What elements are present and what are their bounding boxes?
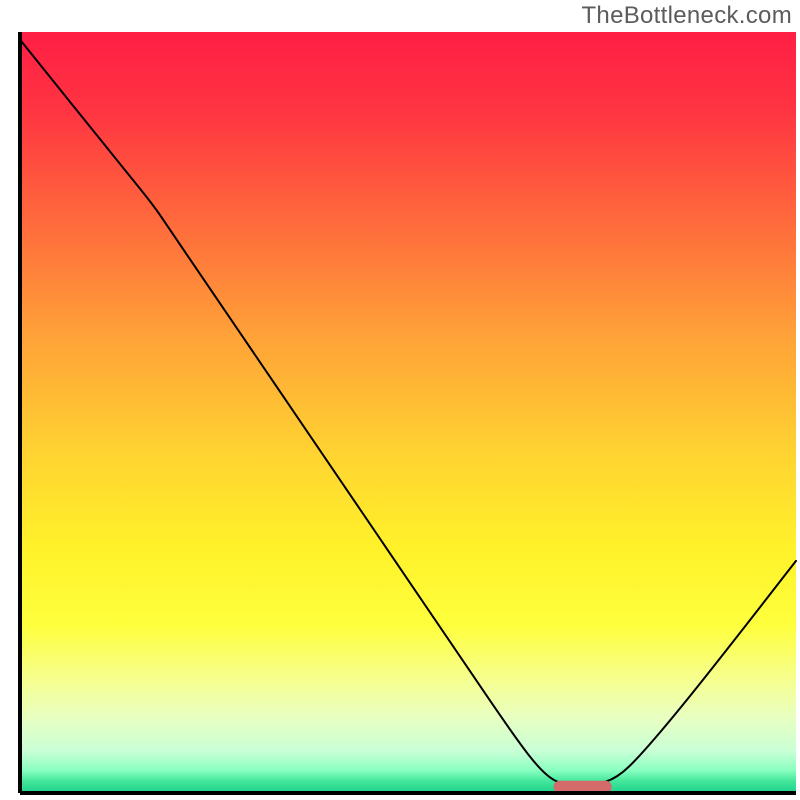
chart-frame: TheBottleneck.com	[0, 0, 800, 800]
plot-background	[20, 32, 796, 793]
watermark-text: TheBottleneck.com	[581, 2, 792, 30]
bottleneck-chart	[0, 0, 800, 800]
